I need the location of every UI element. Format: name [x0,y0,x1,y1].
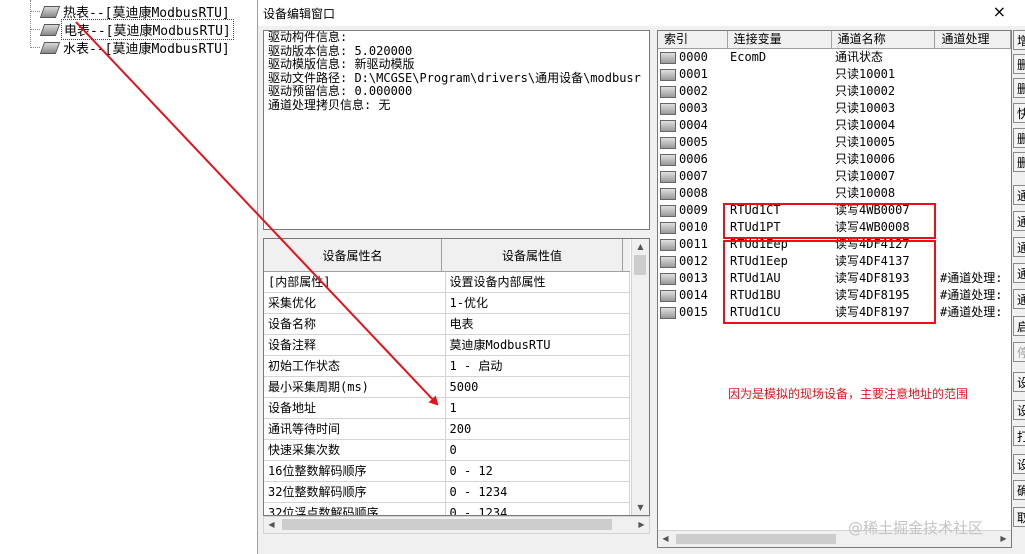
annotation-arrow [75,21,439,406]
arrow-line [75,21,439,406]
